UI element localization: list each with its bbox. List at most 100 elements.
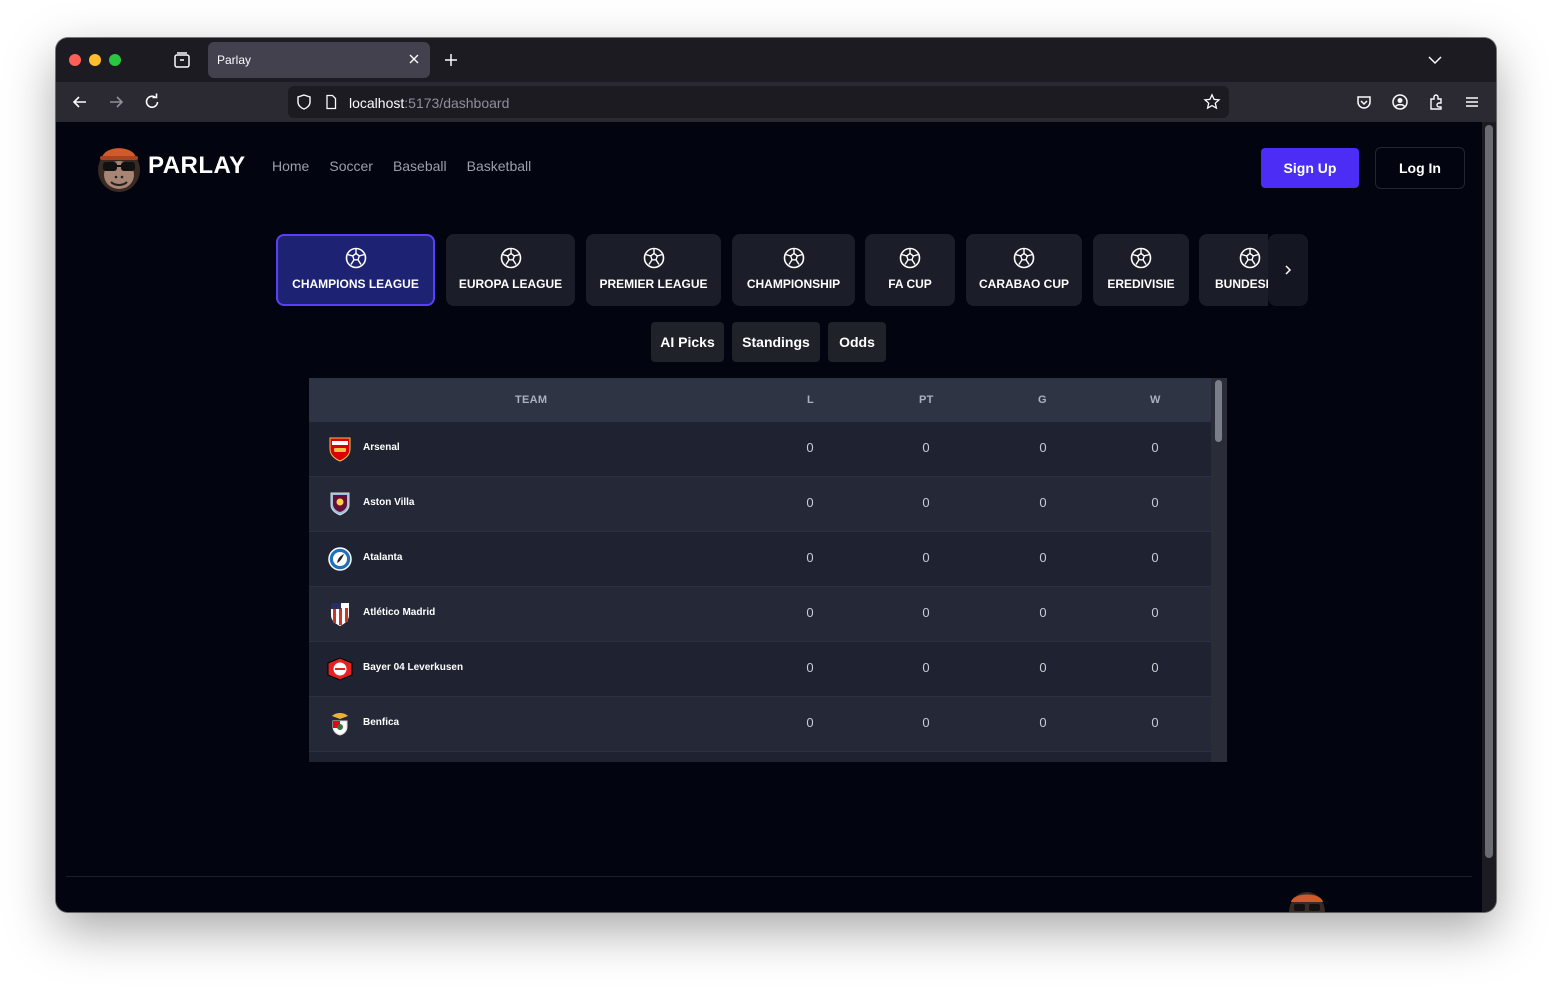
standings-table: TEAM L PT G W Arsenal 0 0 0 0 Aston Vill… — [309, 378, 1227, 762]
close-window-button[interactable] — [69, 54, 81, 66]
minimize-window-button[interactable] — [89, 54, 101, 66]
table-scrollbar-thumb[interactable] — [1215, 380, 1222, 442]
stat-l: 0 — [806, 550, 814, 565]
browser-tab[interactable]: Parlay — [208, 42, 430, 78]
nav-home[interactable]: Home — [272, 158, 309, 174]
tab-standings[interactable]: Standings — [732, 322, 820, 362]
column-header-w[interactable]: W — [1150, 394, 1161, 406]
column-header-l[interactable]: L — [807, 394, 814, 406]
pocket-icon[interactable] — [1354, 92, 1374, 112]
stat-w: 0 — [1151, 440, 1159, 455]
table-row[interactable]: Atalanta 0 0 0 0 — [309, 532, 1211, 587]
stat-g: 0 — [1039, 495, 1047, 510]
league-label: EREDIVISIE — [1107, 277, 1175, 291]
table-scrollbar[interactable] — [1211, 378, 1227, 762]
stat-l: 0 — [806, 605, 814, 620]
league-tab-eredivisie[interactable]: EREDIVISIE — [1093, 234, 1189, 306]
stat-w: 0 — [1151, 605, 1159, 620]
benfica-crest-icon — [332, 713, 348, 736]
stat-pt: 0 — [922, 715, 930, 730]
stat-l: 0 — [806, 440, 814, 455]
table-row[interactable]: Atlético Madrid 0 0 0 0 — [309, 587, 1211, 642]
maximize-window-button[interactable] — [109, 54, 121, 66]
extensions-icon[interactable] — [1426, 92, 1446, 112]
footer-divider — [66, 876, 1472, 877]
reload-icon[interactable] — [142, 92, 162, 112]
team-name: Bayer 04 Leverkusen — [363, 662, 464, 673]
account-icon[interactable] — [1390, 92, 1410, 112]
soccer-ball-icon — [783, 247, 804, 269]
main-nav: Home Soccer Baseball Basketball — [272, 158, 531, 174]
stat-l: 0 — [806, 715, 814, 730]
league-label: CARABAO CUP — [979, 277, 1069, 291]
new-tab-icon[interactable] — [442, 51, 460, 69]
column-header-g[interactable]: G — [1038, 394, 1047, 406]
brand-name[interactable]: PARLAY — [148, 152, 246, 180]
monkey-logo-icon[interactable] — [94, 140, 144, 194]
league-label: CHAMPIONS LEAGUE — [292, 277, 419, 291]
team-name: Atlético Madrid — [363, 607, 436, 618]
column-header-pt[interactable]: PT — [919, 394, 934, 406]
league-scroll-right-button[interactable] — [1268, 234, 1308, 306]
nav-baseball[interactable]: Baseball — [393, 158, 447, 174]
page-scrollbar-thumb[interactable] — [1485, 125, 1493, 858]
table-row[interactable]: Arsenal 0 0 0 0 — [309, 422, 1211, 477]
stat-g: 0 — [1039, 660, 1047, 675]
back-arrow-icon[interactable] — [70, 92, 90, 112]
stat-pt: 0 — [922, 495, 930, 510]
stat-w: 0 — [1151, 495, 1159, 510]
url-text: localhost:5173/dashboard — [349, 95, 509, 111]
league-tab-champions-league[interactable]: CHAMPIONS LEAGUE — [276, 234, 435, 306]
league-tab-fa-cup[interactable]: FA CUP — [865, 234, 955, 306]
stat-l: 0 — [806, 495, 814, 510]
url-host: localhost — [349, 95, 405, 111]
stat-g: 0 — [1039, 605, 1047, 620]
table-row[interactable]: Aston Villa 0 0 0 0 — [309, 477, 1211, 532]
tab-title: Parlay — [217, 53, 252, 67]
column-header-team[interactable]: TEAM — [515, 394, 547, 406]
page-icon — [326, 94, 337, 110]
page-scrollbar[interactable] — [1482, 122, 1496, 912]
soccer-ball-icon — [1130, 247, 1152, 269]
log-in-button[interactable]: Log In — [1375, 147, 1465, 189]
league-tab-europa-league[interactable]: EUROPA LEAGUE — [446, 234, 575, 306]
nav-soccer[interactable]: Soccer — [329, 158, 373, 174]
leverkusen-crest-icon — [327, 657, 353, 681]
menu-icon[interactable] — [1462, 92, 1482, 112]
team-name: Atalanta — [363, 552, 403, 563]
stat-g: 0 — [1039, 715, 1047, 730]
chevron-down-icon[interactable] — [1426, 51, 1444, 69]
team-name: Arsenal — [363, 442, 400, 453]
stat-pt: 0 — [922, 660, 930, 675]
league-tab-carabao-cup[interactable]: CARABAO CUP — [966, 234, 1082, 306]
stat-w: 0 — [1151, 660, 1159, 675]
stat-pt: 0 — [922, 605, 930, 620]
forward-arrow-icon[interactable] — [106, 92, 126, 112]
footer-monkey-logo-icon[interactable] — [1285, 890, 1329, 912]
soccer-ball-icon — [899, 247, 921, 269]
browser-window: Parlay localhost:5173/dashboard PARLAY H… — [56, 38, 1496, 912]
league-tab-premier-league[interactable]: PREMIER LEAGUE — [586, 234, 721, 306]
shield-icon[interactable] — [295, 93, 313, 111]
tab-odds[interactable]: Odds — [828, 322, 886, 362]
table-row[interactable]: Bayer 04 Leverkusen 0 0 0 0 — [309, 642, 1211, 697]
sign-up-button[interactable]: Sign Up — [1261, 148, 1359, 188]
tab-ai-picks[interactable]: AI Picks — [651, 322, 724, 362]
bookmark-star-icon[interactable] — [1203, 93, 1221, 111]
soccer-ball-icon — [500, 247, 521, 269]
tab-overview-icon[interactable] — [172, 50, 192, 70]
soccer-ball-icon — [1013, 247, 1035, 269]
stat-w: 0 — [1151, 550, 1159, 565]
stat-pt: 0 — [922, 440, 930, 455]
arsenal-crest-icon — [329, 437, 351, 462]
table-row[interactable]: Benfica 0 0 0 0 — [309, 697, 1211, 752]
stat-pt: 0 — [922, 550, 930, 565]
nav-basketball[interactable]: Basketball — [467, 158, 532, 174]
stat-w: 0 — [1151, 715, 1159, 730]
stat-l: 0 — [806, 660, 814, 675]
league-tab-championship[interactable]: CHAMPIONSHIP — [732, 234, 855, 306]
league-tab-bundesliga[interactable]: BUNDESLIGA — [1199, 234, 1268, 306]
address-bar[interactable]: localhost:5173/dashboard — [288, 86, 1229, 118]
url-path: :5173/dashboard — [404, 95, 510, 111]
close-tab-icon[interactable] — [406, 51, 422, 67]
